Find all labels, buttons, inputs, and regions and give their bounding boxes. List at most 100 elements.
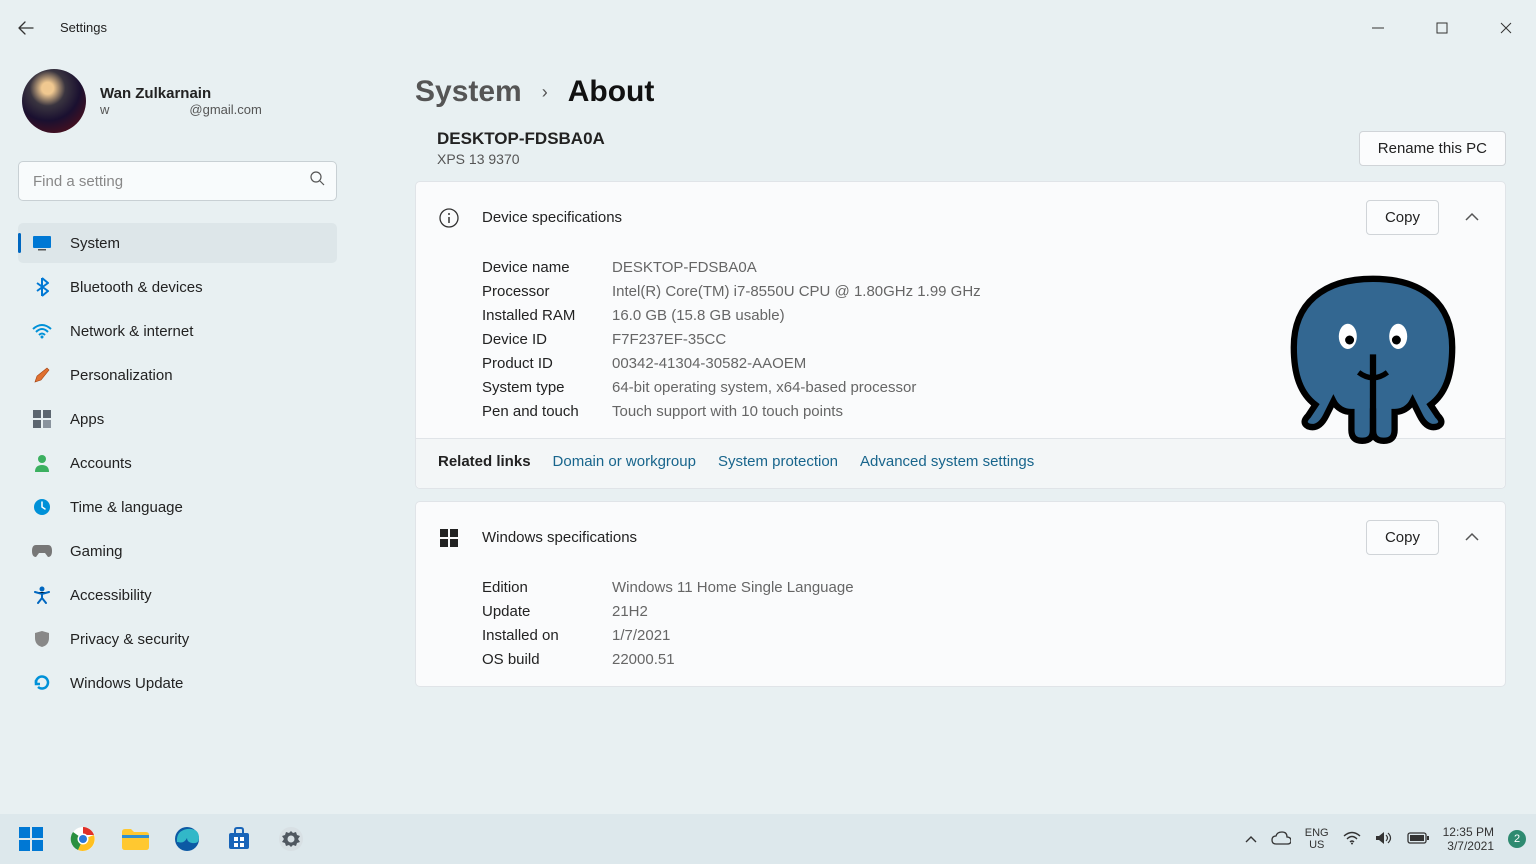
search-input[interactable] (18, 161, 337, 201)
update-icon (32, 673, 52, 693)
profile-block[interactable]: Wan Zulkarnain w@gmail.com (18, 65, 337, 137)
apps-icon (32, 409, 52, 429)
spec-value: 21H2 (612, 603, 1505, 620)
device-model: XPS 13 9370 (437, 151, 605, 167)
card-title: Device specifications (482, 209, 622, 226)
sidebar-item-label: Gaming (70, 543, 123, 560)
related-links-label: Related links (438, 453, 531, 470)
copy-button[interactable]: Copy (1366, 520, 1439, 555)
sidebar-item-accounts[interactable]: Accounts (18, 443, 337, 483)
avatar (22, 69, 86, 133)
windows-spec-card: Windows specifications Copy EditionWindo… (415, 501, 1506, 687)
minimize-button[interactable] (1358, 12, 1398, 44)
collapse-button[interactable] (1461, 205, 1483, 231)
taskbar: ENGUS 12:35 PM3/7/2021 2 (0, 814, 1536, 864)
spec-label: Device ID (482, 331, 612, 348)
main-content: System › About DESKTOP-FDSBA0A XPS 13 93… (355, 55, 1536, 814)
maximize-button[interactable] (1422, 12, 1462, 44)
shield-icon (32, 629, 52, 649)
link-system-protection[interactable]: System protection (718, 453, 838, 470)
windows-icon (438, 527, 460, 549)
sidebar-item-label: Bluetooth & devices (70, 279, 203, 296)
person-icon (32, 453, 52, 473)
spec-value: 22000.51 (612, 651, 1505, 668)
window-title: Settings (60, 20, 107, 35)
elephant-badge-icon (1283, 268, 1463, 448)
breadcrumb-parent[interactable]: System (415, 75, 522, 109)
arrow-left-icon (18, 20, 34, 36)
breadcrumb: System › About (415, 75, 1506, 109)
sidebar-item-label: Personalization (70, 367, 173, 384)
battery-icon[interactable] (1407, 832, 1429, 847)
copy-button[interactable]: Copy (1366, 200, 1439, 235)
spec-label: System type (482, 379, 612, 396)
spec-label: Edition (482, 579, 612, 596)
close-button[interactable] (1486, 12, 1526, 44)
sidebar-item-label: Apps (70, 411, 104, 428)
sidebar-item-update[interactable]: Windows Update (18, 663, 337, 703)
display-icon (32, 233, 52, 253)
sidebar-item-system[interactable]: System (18, 223, 337, 263)
collapse-button[interactable] (1461, 525, 1483, 551)
link-advanced-settings[interactable]: Advanced system settings (860, 453, 1034, 470)
spec-label: Processor (482, 283, 612, 300)
windows-spec-grid: EditionWindows 11 Home Single Language U… (416, 573, 1505, 686)
profile-email: w@gmail.com (100, 102, 262, 117)
sidebar-item-label: System (70, 235, 120, 252)
accessibility-icon (32, 585, 52, 605)
volume-icon[interactable] (1375, 831, 1393, 848)
edge-icon[interactable] (166, 818, 208, 860)
spec-label: Product ID (482, 355, 612, 372)
device-name: DESKTOP-FDSBA0A (437, 129, 605, 149)
clock-icon (32, 497, 52, 517)
language-indicator[interactable]: ENGUS (1305, 827, 1329, 851)
sidebar-item-network[interactable]: Network & internet (18, 311, 337, 351)
spec-label: Installed RAM (482, 307, 612, 324)
sidebar-item-personalization[interactable]: Personalization (18, 355, 337, 395)
wifi-tray-icon[interactable] (1343, 831, 1361, 848)
sidebar-item-label: Windows Update (70, 675, 183, 692)
sidebar-item-label: Network & internet (70, 323, 193, 340)
bluetooth-icon (32, 277, 52, 297)
search-box (18, 161, 337, 201)
card-title: Windows specifications (482, 529, 637, 546)
info-icon (438, 207, 460, 229)
rename-pc-button[interactable]: Rename this PC (1359, 131, 1506, 166)
chevron-right-icon: › (542, 82, 548, 103)
sidebar-item-privacy[interactable]: Privacy & security (18, 619, 337, 659)
spec-label: Installed on (482, 627, 612, 644)
sidebar-item-label: Time & language (70, 499, 183, 516)
sidebar-item-label: Accounts (70, 455, 132, 472)
search-icon (310, 171, 325, 191)
start-button[interactable] (10, 818, 52, 860)
page-title: About (568, 75, 655, 109)
profile-name: Wan Zulkarnain (100, 85, 262, 102)
spec-label: Device name (482, 259, 612, 276)
back-button[interactable] (10, 12, 42, 44)
spec-label: OS build (482, 651, 612, 668)
clock[interactable]: 12:35 PM3/7/2021 (1443, 825, 1494, 854)
wifi-icon (32, 321, 52, 341)
link-domain-workgroup[interactable]: Domain or workgroup (553, 453, 696, 470)
chrome-icon[interactable] (62, 818, 104, 860)
tray-chevron-icon[interactable] (1245, 832, 1257, 846)
title-bar: Settings (0, 0, 1536, 55)
cloud-icon[interactable] (1271, 831, 1291, 848)
gamepad-icon (32, 541, 52, 561)
sidebar-item-label: Accessibility (70, 587, 152, 604)
sidebar-item-bluetooth[interactable]: Bluetooth & devices (18, 267, 337, 307)
sidebar-item-gaming[interactable]: Gaming (18, 531, 337, 571)
sidebar-item-apps[interactable]: Apps (18, 399, 337, 439)
notification-badge[interactable]: 2 (1508, 830, 1526, 848)
sidebar-item-accessibility[interactable]: Accessibility (18, 575, 337, 615)
sidebar-item-time[interactable]: Time & language (18, 487, 337, 527)
spec-label: Update (482, 603, 612, 620)
spec-label: Pen and touch (482, 403, 612, 420)
sidebar-item-label: Privacy & security (70, 631, 189, 648)
store-icon[interactable] (218, 818, 260, 860)
spec-value: 1/7/2021 (612, 627, 1505, 644)
brush-icon (32, 365, 52, 385)
explorer-icon[interactable] (114, 818, 156, 860)
device-spec-card: Device specifications Copy Device nameDE… (415, 181, 1506, 489)
settings-icon[interactable] (270, 818, 312, 860)
